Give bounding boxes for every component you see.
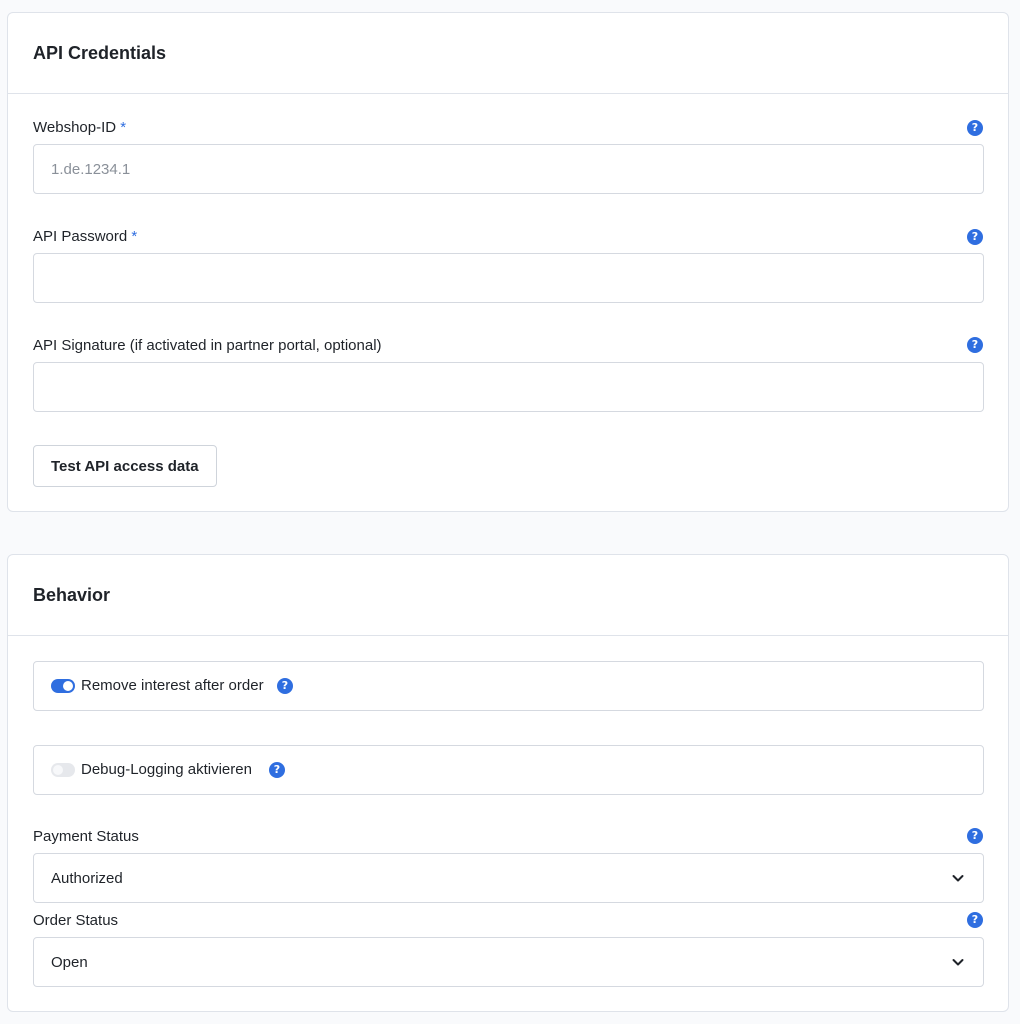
test-api-access-button[interactable]: Test API access data — [33, 445, 217, 487]
help-icon[interactable]: ? — [967, 229, 983, 245]
card-header: API Credentials — [8, 13, 1008, 94]
api-password-label: API Password * — [33, 228, 137, 246]
order-status-value: Open — [51, 954, 88, 971]
help-icon[interactable]: ? — [967, 912, 983, 928]
payment-status-label: Payment Status — [33, 828, 139, 845]
api-credentials-card: API Credentials Webshop-ID * ? API Passw… — [7, 12, 1009, 512]
card-title: API Credentials — [33, 43, 167, 63]
required-mark: * — [131, 228, 138, 245]
debug-logging-toggle-row: Debug-Logging aktivieren ? — [33, 745, 984, 795]
behavior-card: Behavior Remove interest after order ? D… — [7, 554, 1009, 1012]
toggle-knob — [53, 765, 63, 775]
remove-interest-toggle[interactable] — [51, 679, 75, 693]
payment-status-select[interactable]: Authorized — [33, 853, 984, 903]
help-icon[interactable]: ? — [967, 337, 983, 353]
chevron-down-icon — [952, 875, 964, 882]
help-icon[interactable]: ? — [277, 678, 293, 694]
webshop-id-input[interactable] — [33, 144, 984, 194]
api-password-label-text: API Password — [33, 228, 128, 245]
help-icon[interactable]: ? — [967, 828, 983, 844]
toggle-knob — [63, 681, 73, 691]
order-status-label: Order Status — [33, 912, 119, 929]
card-header: Behavior — [8, 555, 1008, 636]
payment-status-value: Authorized — [51, 870, 123, 887]
api-signature-input[interactable] — [33, 362, 984, 412]
remove-interest-label: Remove interest after order — [81, 677, 264, 694]
webshop-id-label-text: Webshop-ID — [33, 119, 117, 136]
debug-logging-label: Debug-Logging aktivieren — [81, 761, 252, 778]
remove-interest-toggle-row: Remove interest after order ? — [33, 661, 984, 711]
chevron-down-icon — [952, 959, 964, 966]
api-password-input[interactable] — [33, 253, 984, 303]
order-status-select[interactable]: Open — [33, 937, 984, 987]
webshop-id-label: Webshop-ID * — [33, 119, 126, 137]
help-icon[interactable]: ? — [967, 120, 983, 136]
debug-logging-toggle[interactable] — [51, 763, 75, 777]
help-icon[interactable]: ? — [269, 762, 285, 778]
required-mark: * — [120, 119, 127, 136]
api-signature-label: API Signature (if activated in partner p… — [33, 337, 382, 354]
card-title: Behavior — [33, 585, 111, 605]
